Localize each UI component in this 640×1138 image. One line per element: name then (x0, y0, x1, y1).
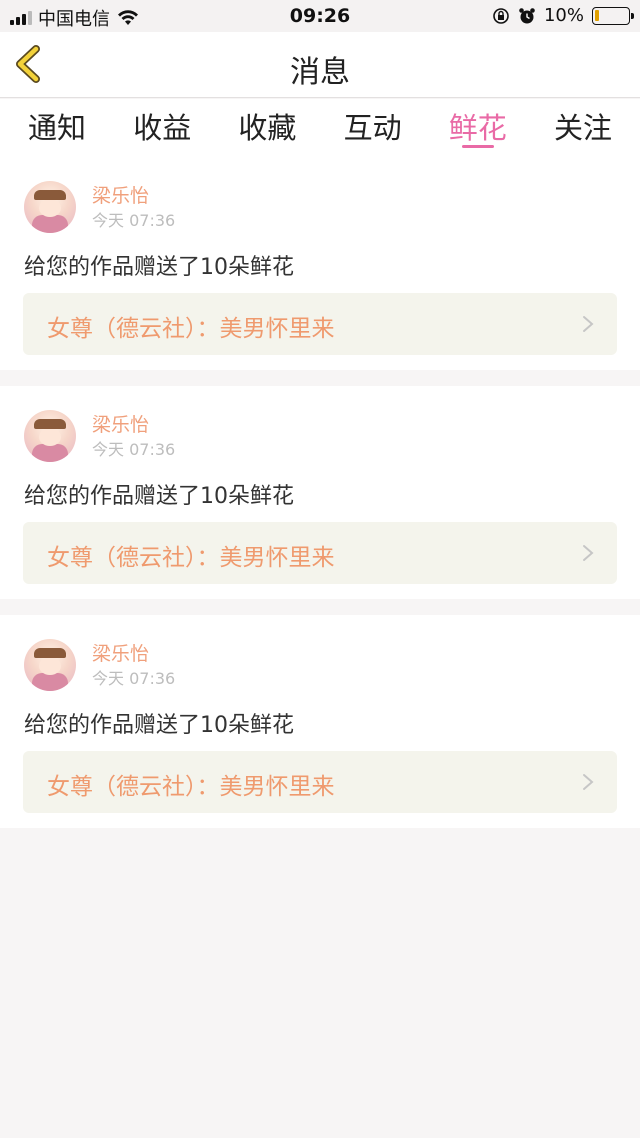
tab-follows[interactable]: 关注 (554, 99, 612, 157)
sender-name[interactable]: 梁乐怡 (92, 639, 149, 666)
chevron-right-icon (583, 316, 594, 332)
work-title: 女尊（德云社）：美男怀里来 (47, 774, 335, 800)
navigation-bar: 消息 (0, 32, 640, 98)
message-time: 今天 07:36 (92, 440, 176, 459)
tab-interactions[interactable]: 互动 (344, 99, 402, 157)
page-title: 消息 (290, 55, 350, 90)
alarm-icon (519, 7, 535, 23)
work-link[interactable]: 女尊（德云社）：美男怀里来 (23, 522, 617, 584)
avatar[interactable] (24, 639, 76, 691)
message-time: 今天 07:36 (92, 211, 176, 230)
sender-name[interactable]: 梁乐怡 (92, 410, 149, 437)
message-time: 今天 07:36 (92, 669, 176, 688)
message-card: 梁乐怡 今天 07:36 给您的作品赠送了10朵鲜花 女尊（德云社）：美男怀里来 (0, 386, 640, 599)
message-text: 给您的作品赠送了10朵鲜花 (24, 713, 294, 738)
chevron-right-icon (583, 545, 594, 561)
work-link[interactable]: 女尊（德云社）：美男怀里来 (23, 293, 617, 355)
work-title: 女尊（德云社）：美男怀里来 (47, 316, 335, 342)
status-right: 10% (492, 5, 634, 26)
battery-icon (592, 6, 634, 25)
tab-flowers[interactable]: 鲜花 (449, 99, 507, 157)
battery-percent: 10% (543, 5, 584, 26)
work-title: 女尊（德云社）：美男怀里来 (47, 545, 335, 571)
chevron-right-icon (583, 774, 594, 790)
rotation-lock-icon (493, 7, 509, 24)
message-list: 梁乐怡 今天 07:36 给您的作品赠送了10朵鲜花 女尊（德云社）：美男怀里来… (0, 157, 640, 844)
message-card: 梁乐怡 今天 07:36 给您的作品赠送了10朵鲜花 女尊（德云社）：美男怀里来 (0, 157, 640, 370)
tab-notifications[interactable]: 通知 (28, 99, 86, 157)
avatar[interactable] (24, 181, 76, 233)
work-link[interactable]: 女尊（德云社）：美男怀里来 (23, 751, 617, 813)
tab-favorites[interactable]: 收藏 (238, 99, 296, 157)
message-card: 梁乐怡 今天 07:36 给您的作品赠送了10朵鲜花 女尊（德云社）：美男怀里来 (0, 615, 640, 828)
status-bar: 中国电信 09:26 10% (0, 0, 640, 32)
message-text: 给您的作品赠送了10朵鲜花 (24, 484, 294, 509)
tab-earnings[interactable]: 收益 (133, 99, 191, 157)
message-text: 给您的作品赠送了10朵鲜花 (24, 255, 294, 280)
tab-bar: 通知 收益 收藏 互动 鲜花 关注 (0, 99, 640, 157)
avatar[interactable] (24, 410, 76, 462)
sender-name[interactable]: 梁乐怡 (92, 181, 149, 208)
